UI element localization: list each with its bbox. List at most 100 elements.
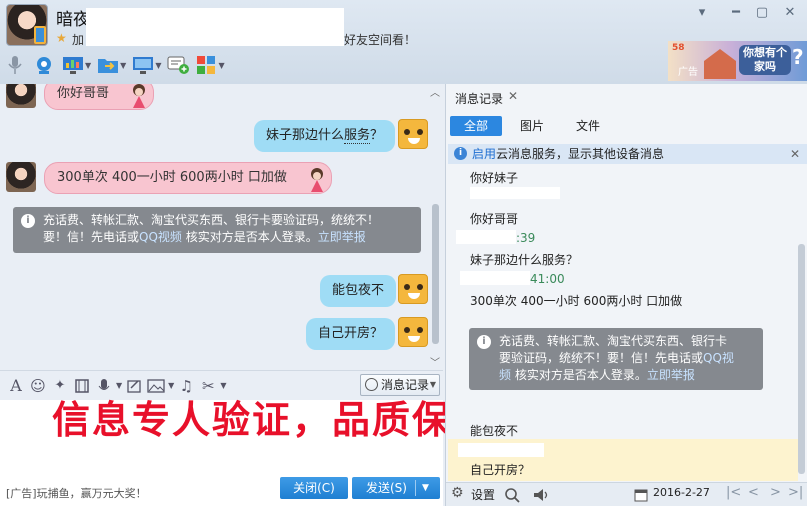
qq-video-link[interactable]: QQ视 [703,351,734,365]
message-text: 自己开房？ [318,326,384,341]
message-bubble-outgoing[interactable]: 能包夜不 [320,275,397,307]
warning-text: 核实对方是否本人登录。 [511,368,647,382]
house-icon [704,49,736,79]
send-button[interactable]: 发送(S) ▼ [352,477,440,499]
contact-avatar-small[interactable] [6,162,36,192]
chat-scrollbar[interactable] [432,204,439,344]
history-filter-tabs: 全部 图片 文件 [450,116,618,136]
close-notice-icon[interactable]: ✕ [790,144,800,164]
header-toolbar: ▼ ▼ ▼ ▼ [4,52,231,78]
bubble-doll-icon [133,84,146,108]
message-text: 你好哥哥 [57,86,110,101]
first-page-icon[interactable]: |< [726,485,741,500]
create-discussion-button[interactable] [167,54,190,76]
overlay-promo-text: 信息专人验证，品质保证 [52,397,493,442]
message-text-dotted[interactable]: 服务 [344,128,371,144]
chevron-down-icon[interactable]: ▼ [85,61,91,70]
history-timestamp: 41:00 [530,272,565,286]
close-panel-icon[interactable]: ✕ [508,89,518,103]
star-icon: ★ [56,31,67,45]
tab-files[interactable]: 文件 [562,116,614,136]
qq-video-link[interactable]: QQ视频 [139,230,182,244]
search-icon[interactable] [504,487,520,503]
tab-images[interactable]: 图片 [506,116,558,136]
history-scrollbar[interactable] [798,244,805,474]
settings-label[interactable]: 设置 [471,486,495,503]
chevron-down-icon[interactable]: ▼ [218,61,224,70]
history-entry: 妹子那边什么服务？ [470,253,579,267]
message-bubble-incoming[interactable]: 你好哥哥 [44,84,155,110]
chevron-down-icon[interactable]: ▼ [155,61,161,70]
smiley-icon: ☺ [30,376,46,395]
message-text: 妹子那边什么 [266,128,345,143]
screen-share-icon [63,57,83,74]
share-screen-button[interactable] [62,54,84,76]
close-window-button[interactable]: ✕ [780,4,800,22]
chat-header: 暗夜 ★ 加 好友空间看！ ▾ ━ ▢ ✕ 58 广告 你想有个家吗 ? ▼ ▼ [0,0,807,84]
qq-video-link[interactable]: 频 [499,368,511,382]
warning-line-2: 要验证码，统统不！要！信！先电话或QQ视 [499,350,757,367]
chat-add-icon [167,56,190,74]
folder-icon [98,59,119,73]
minimize-button[interactable]: ━ [726,4,746,22]
contact-avatar-small[interactable] [6,84,36,108]
webcam-icon [37,57,51,74]
chevron-down-icon[interactable]: ▼ [120,61,126,70]
enable-cloud-link[interactable]: 启用 [472,147,496,161]
history-security-warning: i 充话费、转帐汇款、淘宝代买东西、银行卡 要验证码，统统不！要！信！先电话或Q… [469,328,763,390]
pin-dropdown-icon[interactable]: ▾ [692,4,712,22]
last-page-icon[interactable]: >| [788,485,803,500]
signature-suffix: 好友空间看！ [344,33,417,47]
maximize-button[interactable]: ▢ [752,4,772,22]
apps-grid-icon [197,56,216,74]
signature-prefix: 加 [72,33,85,47]
warning-line-1: 充话费、转帐汇款、淘宝代买东西、银行卡 [499,334,728,348]
chevron-down-icon[interactable]: ﹀ [430,354,440,369]
remote-desktop-button[interactable] [132,54,154,76]
chevron-down-icon[interactable]: ▼ [422,477,429,499]
history-panel-title[interactable]: 消息记录 [455,90,503,107]
calendar-icon[interactable] [634,488,648,502]
font-icon: A [10,376,22,395]
ad-banner[interactable]: 58 广告 你想有个家吗 ? [668,41,807,81]
message-list[interactable]: 你好哥哥 ︿ 妹子那边什么服务？ 300单次 400一小时 600两小时 口加做… [0,84,443,370]
apps-button[interactable] [195,54,217,76]
send-file-button[interactable] [97,54,119,76]
ad-bubble-text: 你想有个家吗 [739,45,791,75]
warning-line-3: 频 核实对方是否本人登录。立即举报 [499,367,757,384]
history-entry-highlight: 自己开房？ [448,439,798,481]
speaker-icon[interactable] [532,487,550,503]
video-call-button[interactable] [33,54,55,76]
message-bubble-outgoing[interactable]: 自己开房？ [306,318,396,350]
report-link[interactable]: 立即举报 [647,368,695,382]
divider [415,480,416,496]
self-avatar-tiger[interactable] [398,317,428,347]
tab-all[interactable]: 全部 [450,116,502,136]
contact-nickname[interactable]: 暗夜 [56,5,90,30]
message-bubble-incoming[interactable]: 300单次 400一小时 600两小时 口加做 [44,162,332,194]
warning-text: 要！信！先电话或 [43,230,140,244]
ad-brand: 58 [672,43,685,53]
redaction-block [470,187,560,199]
gear-icon[interactable]: ⚙ [451,485,464,501]
history-entry: 自己开房？ [470,463,531,477]
history-tab-header: 消息记录 ✕ [446,84,807,110]
info-icon: i [454,147,467,160]
send-label: 发送(S) [366,481,407,495]
close-chat-button[interactable]: 关闭(C) [280,477,348,499]
voice-call-button[interactable] [4,54,26,76]
history-date[interactable]: 2016-2-27 [653,486,710,499]
self-avatar-tiger[interactable] [398,274,428,304]
font-button[interactable]: A [6,376,26,396]
bottom-ad-link[interactable]: [广告]玩捕鱼，赢万元大奖！ [6,485,147,501]
warning-line-2: 要！信！先电话或QQ视频 核实对方是否本人登录。立即举报 [43,229,413,246]
bubble-doll-icon [310,168,323,192]
warning-line-1: 充话费、转帐汇款、淘宝代买东西、银行卡要验证码，统统不！ [43,213,380,227]
next-page-icon[interactable]: > [770,485,781,500]
prev-page-icon[interactable]: < [748,485,759,500]
report-link[interactable]: 立即举报 [318,230,366,244]
self-avatar-tiger[interactable] [398,119,428,149]
chevron-up-icon[interactable]: ︿ [430,84,440,99]
message-bubble-outgoing[interactable]: 妹子那边什么服务？ [254,120,396,152]
emoji-button[interactable]: ☺ [28,376,48,396]
